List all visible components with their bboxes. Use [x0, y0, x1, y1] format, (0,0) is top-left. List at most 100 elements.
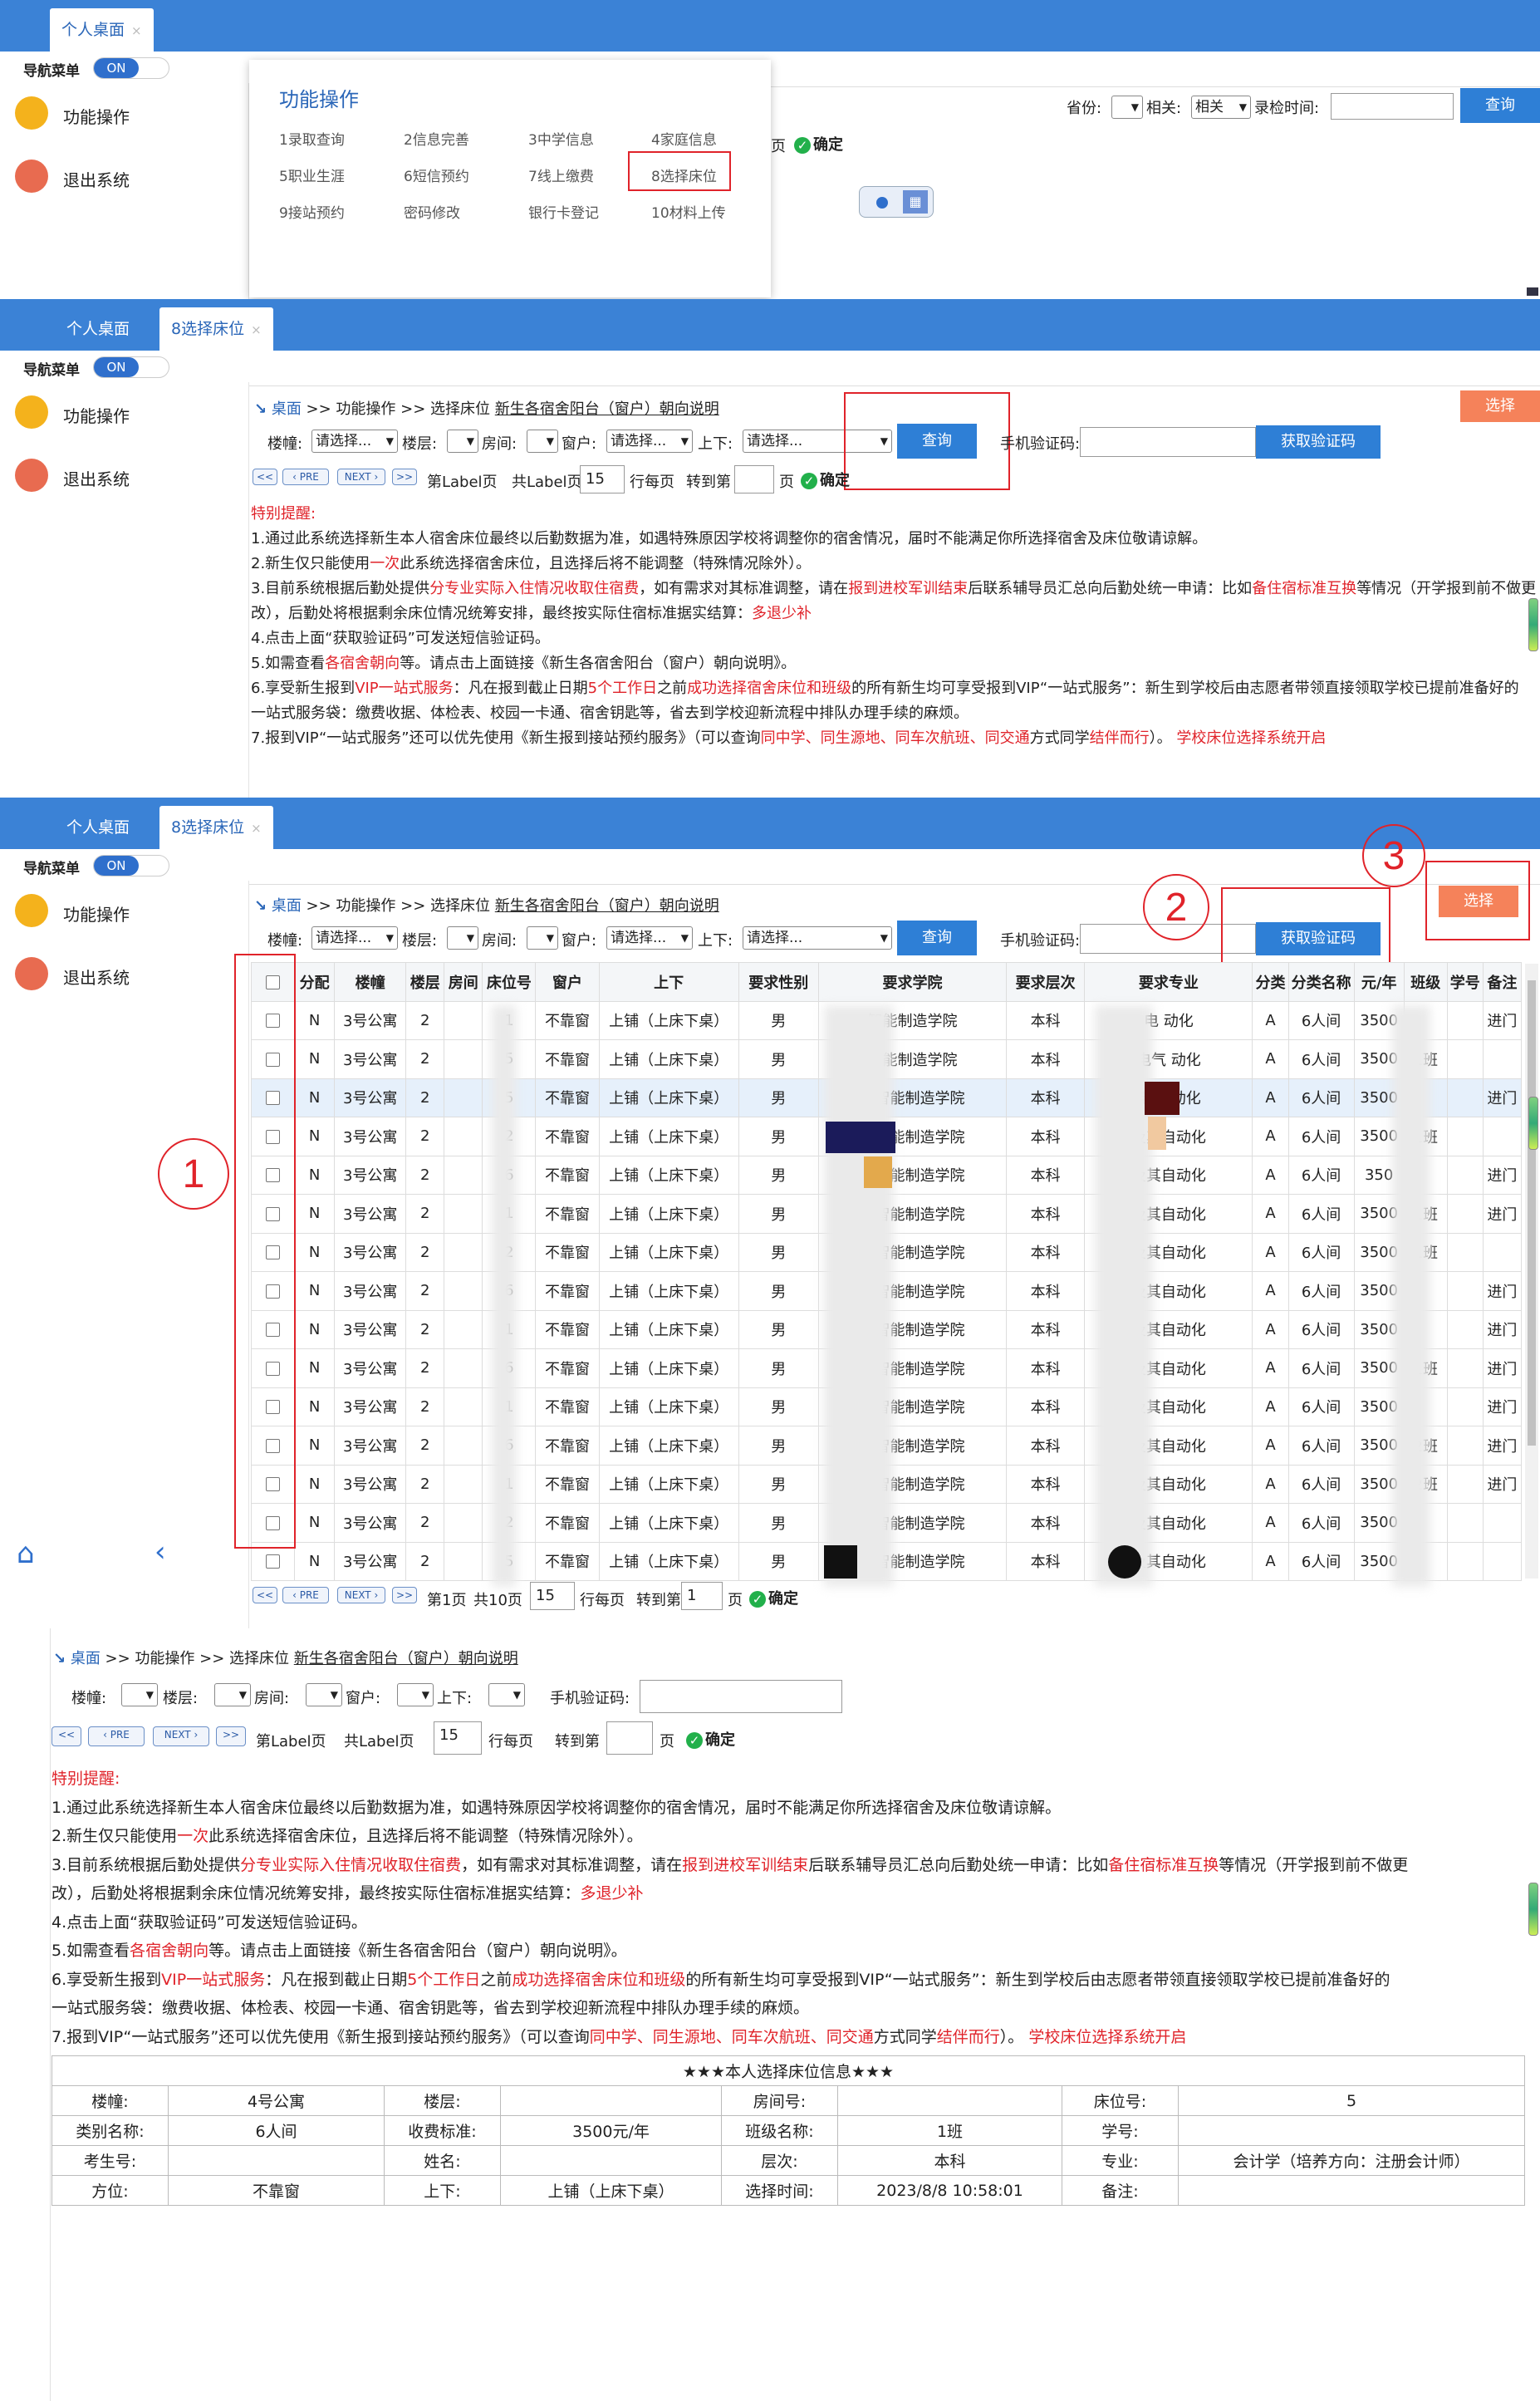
tab-desktop[interactable]: 个人桌面 ×	[50, 8, 154, 52]
room-label: 房间:	[482, 435, 517, 453]
menu-item-upload[interactable]: 10材料上传	[651, 201, 726, 222]
total-label: 共Label页	[344, 1733, 414, 1750]
table-cell: 3号公寓	[334, 1309, 407, 1349]
next-page-button[interactable]: NEXT ›	[337, 1587, 385, 1603]
tab-select-bed[interactable]: 8选择床位 ×	[159, 806, 273, 849]
rows-per-page-input[interactable]: 15	[580, 465, 625, 493]
menu-item-pickup[interactable]: 9接站预约	[279, 201, 345, 222]
phone-code-input[interactable]	[640, 1680, 842, 1713]
view-switch-toggle[interactable]: ▦	[859, 186, 934, 218]
confirm-button[interactable]: ✓ 确定	[794, 133, 843, 155]
last-page-icon[interactable]: >>	[392, 1587, 417, 1603]
nav-menu-toggle[interactable]: ON	[93, 855, 169, 876]
nav-menu-toggle[interactable]: ON	[93, 356, 169, 378]
next-label: NEXT	[164, 1729, 191, 1741]
notice-line: 7.报到VIP“一站式服务”还可以优先使用《新生报到接站预约服务》（可以查询同中…	[251, 729, 1327, 747]
breadcrumb-desk-link[interactable]: 桌面	[71, 1650, 101, 1667]
first-page-icon[interactable]: <<	[51, 1726, 81, 1746]
goto-page-input[interactable]	[606, 1721, 653, 1755]
related-select[interactable]: 相关 ▼	[1191, 96, 1251, 119]
building-select[interactable]: 请选择... ▼	[311, 430, 398, 453]
goto-page-input[interactable]	[734, 465, 774, 493]
rows-per-page-input[interactable]: 15	[434, 1721, 482, 1755]
menu-item-family[interactable]: 4家庭信息	[651, 128, 717, 149]
floor-label: 楼层:	[402, 932, 438, 950]
confirm-button[interactable]: ✓ 确定	[801, 469, 850, 490]
close-icon[interactable]: ×	[251, 322, 262, 337]
table-cell: 不靠窗	[535, 1348, 600, 1388]
phone-code-input[interactable]	[1080, 427, 1256, 457]
phone-code-label: 手机验证码:	[1000, 435, 1081, 453]
table-cell: N	[294, 1541, 336, 1581]
table-cell	[1446, 1117, 1484, 1156]
table-cell	[1482, 1039, 1523, 1079]
tab-desktop[interactable]: 个人桌面	[55, 307, 141, 351]
orientation-link[interactable]: 新生各宿舍阳台（窗户）朝向说明	[495, 400, 719, 418]
breadcrumb-desk-link[interactable]: 桌面	[272, 400, 302, 418]
breadcrumb-path: >> 功能操作 >> 选择床位	[301, 897, 495, 915]
next-page-button[interactable]: NEXT ›	[153, 1726, 209, 1746]
room-select[interactable]: ▼	[306, 1683, 342, 1706]
close-icon[interactable]: ×	[131, 23, 142, 38]
table-cell: 2	[405, 1232, 445, 1272]
floor-select[interactable]: ▼	[447, 926, 478, 950]
prev-page-button[interactable]: ‹ PRE	[88, 1726, 145, 1746]
menu-item-info-complete[interactable]: 2信息完善	[404, 128, 469, 149]
last-page-icon[interactable]: >>	[216, 1726, 246, 1746]
next-page-button[interactable]: NEXT ›	[337, 469, 385, 485]
prev-page-button[interactable]: ‹ PRE	[282, 469, 329, 485]
menu-item-bank-card[interactable]: 银行卡登记	[528, 201, 599, 222]
building-select[interactable]: ▼	[121, 1683, 158, 1706]
window-select[interactable]: ▼	[397, 1683, 434, 1706]
time-input[interactable]	[1331, 93, 1454, 120]
updown-select[interactable]: 请选择... ▼	[743, 926, 892, 950]
window-select[interactable]: 请选择... ▼	[606, 430, 693, 453]
get-code-button[interactable]: 获取验证码	[1256, 425, 1381, 459]
table-scrollbar[interactable]	[1525, 964, 1538, 1579]
table-cell: N	[294, 1503, 336, 1543]
last-page-icon[interactable]: >>	[392, 469, 417, 485]
query-button[interactable]: 查询	[1460, 88, 1540, 123]
nav-menu-label: 导航菜单	[23, 861, 80, 877]
select-button[interactable]: 选择	[1460, 390, 1540, 422]
province-select[interactable]: ▼	[1111, 96, 1143, 119]
window-select[interactable]: 请选择... ▼	[606, 926, 693, 950]
confirm-button[interactable]: ✓ 确定	[686, 1728, 735, 1750]
menu-item-password[interactable]: 密码修改	[404, 201, 460, 222]
first-page-icon[interactable]: <<	[253, 469, 277, 485]
breadcrumb-desk-link[interactable]: 桌面	[272, 897, 302, 915]
collapse-sidebar-icon[interactable]: ‹	[154, 1535, 166, 1569]
updown-select[interactable]: ▼	[488, 1683, 525, 1706]
nav-menu-toggle[interactable]: ON	[93, 57, 169, 79]
prev-page-button[interactable]: ‹ PRE	[282, 1587, 329, 1603]
orientation-link[interactable]: 新生各宿舍阳台（窗户）朝向说明	[495, 897, 719, 915]
table-cell: 3号公寓	[334, 1155, 407, 1195]
orientation-link[interactable]: 新生各宿舍阳台（窗户）朝向说明	[294, 1650, 518, 1667]
close-icon[interactable]: ×	[251, 821, 262, 836]
room-select[interactable]: ▼	[527, 430, 558, 453]
room-select[interactable]: ▼	[527, 926, 558, 950]
menu-item-career[interactable]: 5职业生涯	[279, 164, 345, 185]
table-cell: A	[1252, 1078, 1289, 1117]
sidebar-item-label: 退出系统	[63, 968, 130, 988]
menu-item-sms[interactable]: 6短信预约	[404, 164, 469, 185]
window-value: 请选择...	[611, 930, 667, 946]
menu-item-admission-query[interactable]: 1录取查询	[279, 128, 345, 149]
function-icon	[15, 894, 48, 927]
check-icon: ✓	[801, 473, 817, 489]
table-cell: A	[1252, 1194, 1289, 1234]
query-button[interactable]: 查询	[897, 921, 977, 955]
rows-per-page-input[interactable]: 15	[530, 1582, 575, 1610]
tab-select-bed[interactable]: 8选择床位 ×	[159, 307, 273, 351]
menu-item-payment[interactable]: 7线上缴费	[528, 164, 594, 185]
floor-select[interactable]: ▼	[447, 430, 478, 453]
first-page-icon[interactable]: <<	[253, 1587, 277, 1603]
home-icon[interactable]: ⌂	[17, 1537, 35, 1570]
tab-desktop[interactable]: 个人桌面	[55, 806, 141, 849]
confirm-button[interactable]: ✓ 确定	[749, 1587, 798, 1608]
menu-item-high-school[interactable]: 3中学信息	[528, 128, 594, 149]
building-select[interactable]: 请选择... ▼	[311, 926, 398, 950]
function-popup: 功能操作 1录取查询 2信息完善 3中学信息 4家庭信息 5职业生涯 6短信预约…	[249, 60, 771, 297]
floor-select[interactable]: ▼	[214, 1683, 251, 1706]
goto-page-input[interactable]: 1	[681, 1582, 723, 1610]
